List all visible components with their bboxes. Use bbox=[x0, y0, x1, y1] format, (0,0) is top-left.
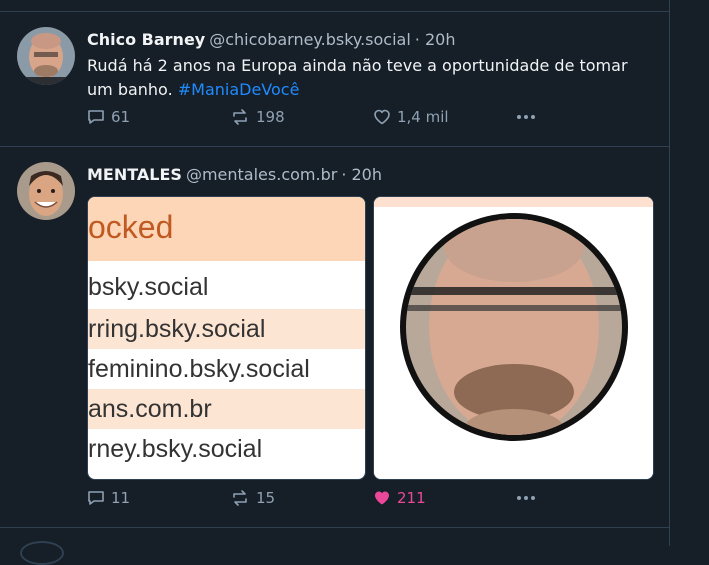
reply-icon bbox=[88, 491, 104, 505]
reply-count: 61 bbox=[111, 108, 131, 126]
list-header-text: ocked bbox=[88, 209, 174, 245]
like-count: 1,4 mil bbox=[397, 108, 449, 126]
divider bbox=[0, 527, 669, 528]
post-actions: 11 15 211 bbox=[87, 489, 547, 513]
list-row: feminino.bsky.social bbox=[88, 349, 365, 389]
divider bbox=[0, 146, 669, 147]
reply-count: 11 bbox=[111, 489, 131, 507]
post-time[interactable]: · 20h bbox=[341, 165, 382, 184]
more-icon bbox=[517, 115, 535, 119]
list-row: rney.bsky.social bbox=[88, 429, 365, 469]
list-header: ocked bbox=[88, 197, 365, 261]
list-row: rring.bsky.social bbox=[88, 309, 365, 349]
avatar[interactable] bbox=[17, 162, 75, 220]
post-meta: MENTALES @mentales.com.br · 20h bbox=[87, 165, 382, 184]
list-row: bsky.social bbox=[88, 267, 365, 307]
more-button[interactable] bbox=[516, 110, 536, 124]
repost-button[interactable]: 198 bbox=[230, 108, 285, 126]
list-row: ans.com.br bbox=[88, 389, 365, 429]
post-image-list[interactable]: ocked bsky.social rring.bsky.social femi… bbox=[87, 196, 366, 480]
repost-button[interactable]: 15 bbox=[230, 489, 275, 507]
post-body: Rudá há 2 anos na Europa ainda não teve … bbox=[87, 56, 628, 99]
more-icon bbox=[517, 496, 535, 500]
reply-icon bbox=[88, 110, 104, 124]
repost-icon bbox=[233, 490, 247, 506]
like-button[interactable]: 1,4 mil bbox=[373, 108, 449, 126]
repost-count: 198 bbox=[256, 108, 285, 126]
heart-icon bbox=[374, 109, 390, 125]
post-time[interactable]: · 20h bbox=[415, 30, 456, 49]
repost-icon bbox=[233, 109, 247, 125]
repost-count: 15 bbox=[256, 489, 276, 507]
more-button[interactable] bbox=[516, 491, 536, 505]
like-count: 211 bbox=[397, 489, 426, 507]
face-photo bbox=[374, 197, 653, 479]
author-handle[interactable]: @mentales.com.br bbox=[186, 165, 337, 184]
hashtag-link[interactable]: #ManiaDeVocê bbox=[178, 80, 300, 99]
post-image-photo[interactable] bbox=[373, 196, 654, 480]
author-name[interactable]: MENTALES bbox=[87, 165, 182, 184]
avatar[interactable] bbox=[17, 27, 75, 85]
post-meta: Chico Barney @chicobarney.bsky.social · 20… bbox=[87, 30, 455, 49]
heart-icon bbox=[375, 491, 389, 505]
feed: Chico Barney @chicobarney.bsky.social · 20… bbox=[0, 0, 670, 565]
reply-button[interactable]: 61 bbox=[87, 108, 130, 126]
next-avatar[interactable] bbox=[20, 541, 64, 565]
post-actions: 61 198 1,4 mil bbox=[87, 108, 547, 132]
like-button[interactable]: 211 bbox=[373, 489, 426, 507]
reply-button[interactable]: 11 bbox=[87, 489, 130, 507]
author-handle[interactable]: @chicobarney.bsky.social bbox=[209, 30, 411, 49]
author-name[interactable]: Chico Barney bbox=[87, 30, 205, 49]
post-text: Rudá há 2 anos na Europa ainda não teve … bbox=[87, 54, 657, 102]
divider bbox=[0, 11, 669, 12]
